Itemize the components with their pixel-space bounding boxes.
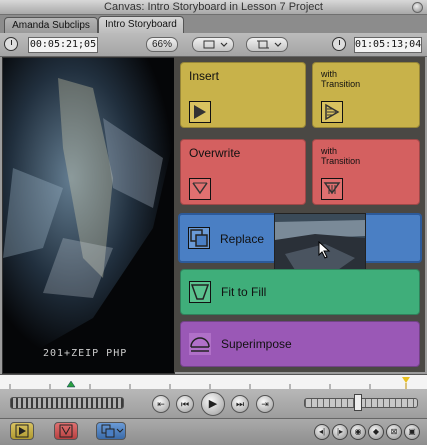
tab-label: Intro Storyboard: [105, 19, 177, 30]
overwrite-with-transition-cell[interactable]: with Transition: [312, 139, 420, 205]
display-mode-popup[interactable]: [246, 37, 288, 52]
jog-handle[interactable]: [354, 394, 362, 411]
scrubber-ruler: [9, 377, 410, 389]
shuttle-control[interactable]: [10, 397, 124, 409]
current-timecode-field[interactable]: 01:05:13;04: [354, 37, 422, 53]
zoom-popup[interactable]: 66%: [146, 37, 178, 52]
superimpose-cell[interactable]: Superimpose: [180, 321, 420, 367]
insert-label: Insert: [189, 69, 220, 83]
video-image: [3, 58, 174, 373]
duration-timecode-field[interactable]: 00:05:21;05: [28, 37, 98, 53]
replace-icon: [188, 227, 210, 249]
tab-amanda-subclips[interactable]: Amanda Subclips: [4, 17, 98, 33]
overwrite-with-transition-icon: [321, 178, 343, 200]
tab-intro-storyboard[interactable]: Intro Storyboard: [98, 16, 184, 33]
window-title: Canvas: Intro Storyboard in Lesson 7 Pro…: [104, 1, 323, 13]
tab-bar: Amanda Subclips Intro Storyboard: [0, 15, 427, 34]
insert-cell[interactable]: Insert: [180, 62, 306, 128]
overwrite-with-transition-label: with Transition: [321, 146, 361, 166]
mark-in-button[interactable]: ◂|: [314, 424, 330, 440]
fit-to-fill-label: Fit to Fill: [221, 285, 267, 299]
zoom-value: 66%: [151, 39, 172, 50]
display-mode-icon: [257, 40, 282, 49]
go-to-next-edit-button[interactable]: ⇥: [256, 395, 274, 413]
duration-clock-icon: [4, 37, 18, 51]
insert-with-transition-icon: [321, 101, 343, 123]
tab-label: Amanda Subclips: [12, 20, 90, 31]
play-around-button[interactable]: ⏭: [231, 395, 249, 413]
insert-with-transition-cell[interactable]: with Transition: [312, 62, 420, 128]
play-in-to-out-button[interactable]: ⇤: [152, 395, 170, 413]
window-titlebar: Canvas: Intro Storyboard in Lesson 7 Pro…: [0, 0, 427, 15]
edit-overlay: Insert with Transition Overwrite with Tr…: [174, 57, 425, 372]
view-icon: [203, 40, 228, 49]
current-time-clock-icon: [332, 37, 346, 51]
mark-clip-button[interactable]: ⊠: [386, 424, 402, 440]
canvas-edit-buttons: ◂| |▸ ◉ ◆ ⊠ ▣: [0, 418, 427, 445]
play-button[interactable]: ▶: [201, 392, 225, 416]
overwrite-icon: [189, 178, 211, 200]
replace-button[interactable]: [96, 422, 126, 440]
fit-to-fill-cell[interactable]: Fit to Fill: [180, 269, 420, 315]
transport-controls: ⇤ ⏮ ▶ ⏭ ⇥: [0, 389, 427, 417]
overwrite-label: Overwrite: [189, 146, 241, 160]
view-popup[interactable]: [192, 37, 234, 52]
match-frame-button[interactable]: ▣: [404, 424, 420, 440]
canvas-video-frame: 201+ZEIP PHP: [2, 57, 175, 374]
insert-button[interactable]: [10, 422, 34, 440]
replace-label: Replace: [220, 232, 265, 246]
timeline-scrubber[interactable]: [0, 374, 427, 390]
insert-with-transition-label: with Transition: [321, 69, 361, 89]
overwrite-button[interactable]: [54, 422, 78, 440]
overwrite-cell[interactable]: Overwrite: [180, 139, 306, 205]
canvas-controls-bar: 00:05:21;05 66% 01:05:13;04: [0, 33, 427, 57]
mark-out-button[interactable]: |▸: [332, 424, 348, 440]
window-zoom-button[interactable]: [412, 2, 423, 13]
add-keyframe-button[interactable]: ◆: [368, 424, 384, 440]
mouse-pointer-icon: [318, 240, 332, 264]
insert-icon: [189, 101, 211, 123]
superimpose-icon: [189, 333, 211, 355]
add-marker-button[interactable]: ◉: [350, 424, 366, 440]
play-around-current-button[interactable]: ⏮: [176, 395, 194, 413]
timecode-burnin: 201+ZEIP PHP: [43, 348, 128, 359]
fit-to-fill-icon: [189, 281, 211, 303]
superimpose-label: Superimpose: [221, 337, 292, 351]
